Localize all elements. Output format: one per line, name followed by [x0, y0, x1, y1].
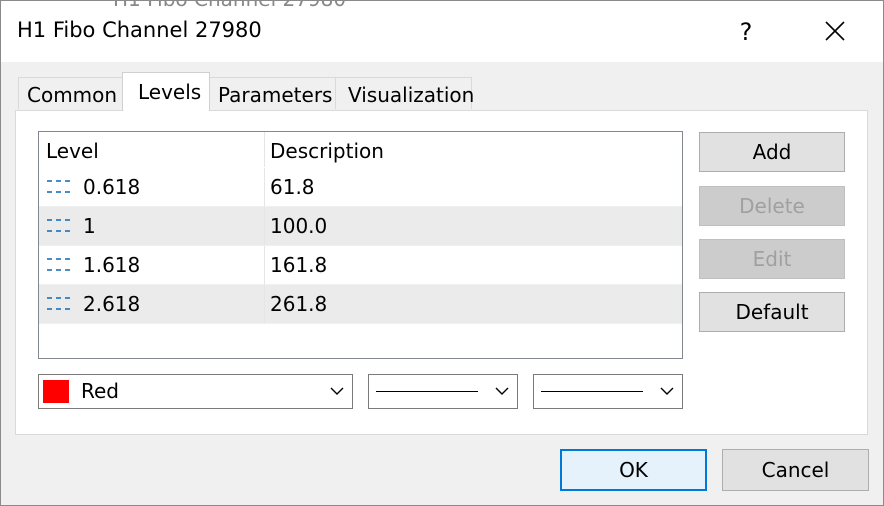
line-style-select[interactable]	[368, 374, 518, 409]
chevron-down-icon	[330, 387, 344, 395]
color-select-value: Red	[81, 379, 119, 403]
tab-parameters[interactable]: Parameters	[209, 77, 336, 109]
level-value: 2.618	[83, 292, 141, 316]
line-width-select[interactable]	[533, 374, 683, 409]
table-row[interactable]: 2.618 261.8	[39, 285, 682, 324]
add-button[interactable]: Add	[699, 132, 845, 172]
close-icon	[825, 21, 845, 41]
table-row[interactable]: 1.618 161.8	[39, 246, 682, 285]
line-style-sample	[376, 391, 478, 392]
color-select[interactable]: Red	[38, 374, 353, 409]
level-description: 100.0	[270, 214, 328, 238]
level-description: 161.8	[270, 253, 328, 277]
dashed-line-icon	[47, 219, 70, 232]
chevron-down-icon	[660, 387, 674, 395]
table-row[interactable]: 0.618 61.8	[39, 168, 682, 207]
level-description: 61.8	[270, 175, 315, 199]
properties-dialog: H1 Fibo Channel 27980 H1 Fibo Channel 27…	[0, 0, 884, 506]
edit-button[interactable]: Edit	[699, 239, 845, 279]
column-divider[interactable]	[264, 132, 265, 167]
tab-common[interactable]: Common	[18, 77, 123, 109]
level-value: 1.618	[83, 253, 141, 277]
help-button[interactable]: ?	[729, 13, 763, 51]
dialog-title: H1 Fibo Channel 27980	[17, 18, 262, 42]
default-button[interactable]: Default	[699, 292, 845, 332]
level-description: 261.8	[270, 292, 328, 316]
ok-button[interactable]: OK	[560, 449, 707, 491]
tab-levels[interactable]: Levels	[122, 72, 210, 111]
dashed-line-icon	[47, 297, 70, 310]
background-window-title: H1 Fibo Channel 27980	[113, 1, 346, 11]
dashed-line-icon	[47, 180, 70, 193]
column-header-description[interactable]: Description	[270, 132, 384, 168]
tab-visualization[interactable]: Visualization	[335, 77, 474, 109]
delete-button[interactable]: Delete	[699, 186, 845, 226]
cancel-button[interactable]: Cancel	[722, 449, 869, 491]
column-header-level[interactable]: Level	[46, 132, 99, 168]
chevron-down-icon	[495, 387, 509, 395]
color-swatch	[43, 380, 69, 403]
title-bar[interactable]: H1 Fibo Channel 27980 H1 Fibo Channel 27…	[1, 1, 883, 62]
table-row[interactable]: 1 100.0	[39, 207, 682, 246]
levels-list[interactable]: Level Description 0.618 61.8 1 100.0 1.6…	[38, 131, 683, 359]
level-value: 1	[83, 214, 96, 238]
level-value: 0.618	[83, 175, 141, 199]
dashed-line-icon	[47, 258, 70, 271]
line-width-sample	[541, 391, 643, 392]
close-button[interactable]	[813, 13, 857, 51]
